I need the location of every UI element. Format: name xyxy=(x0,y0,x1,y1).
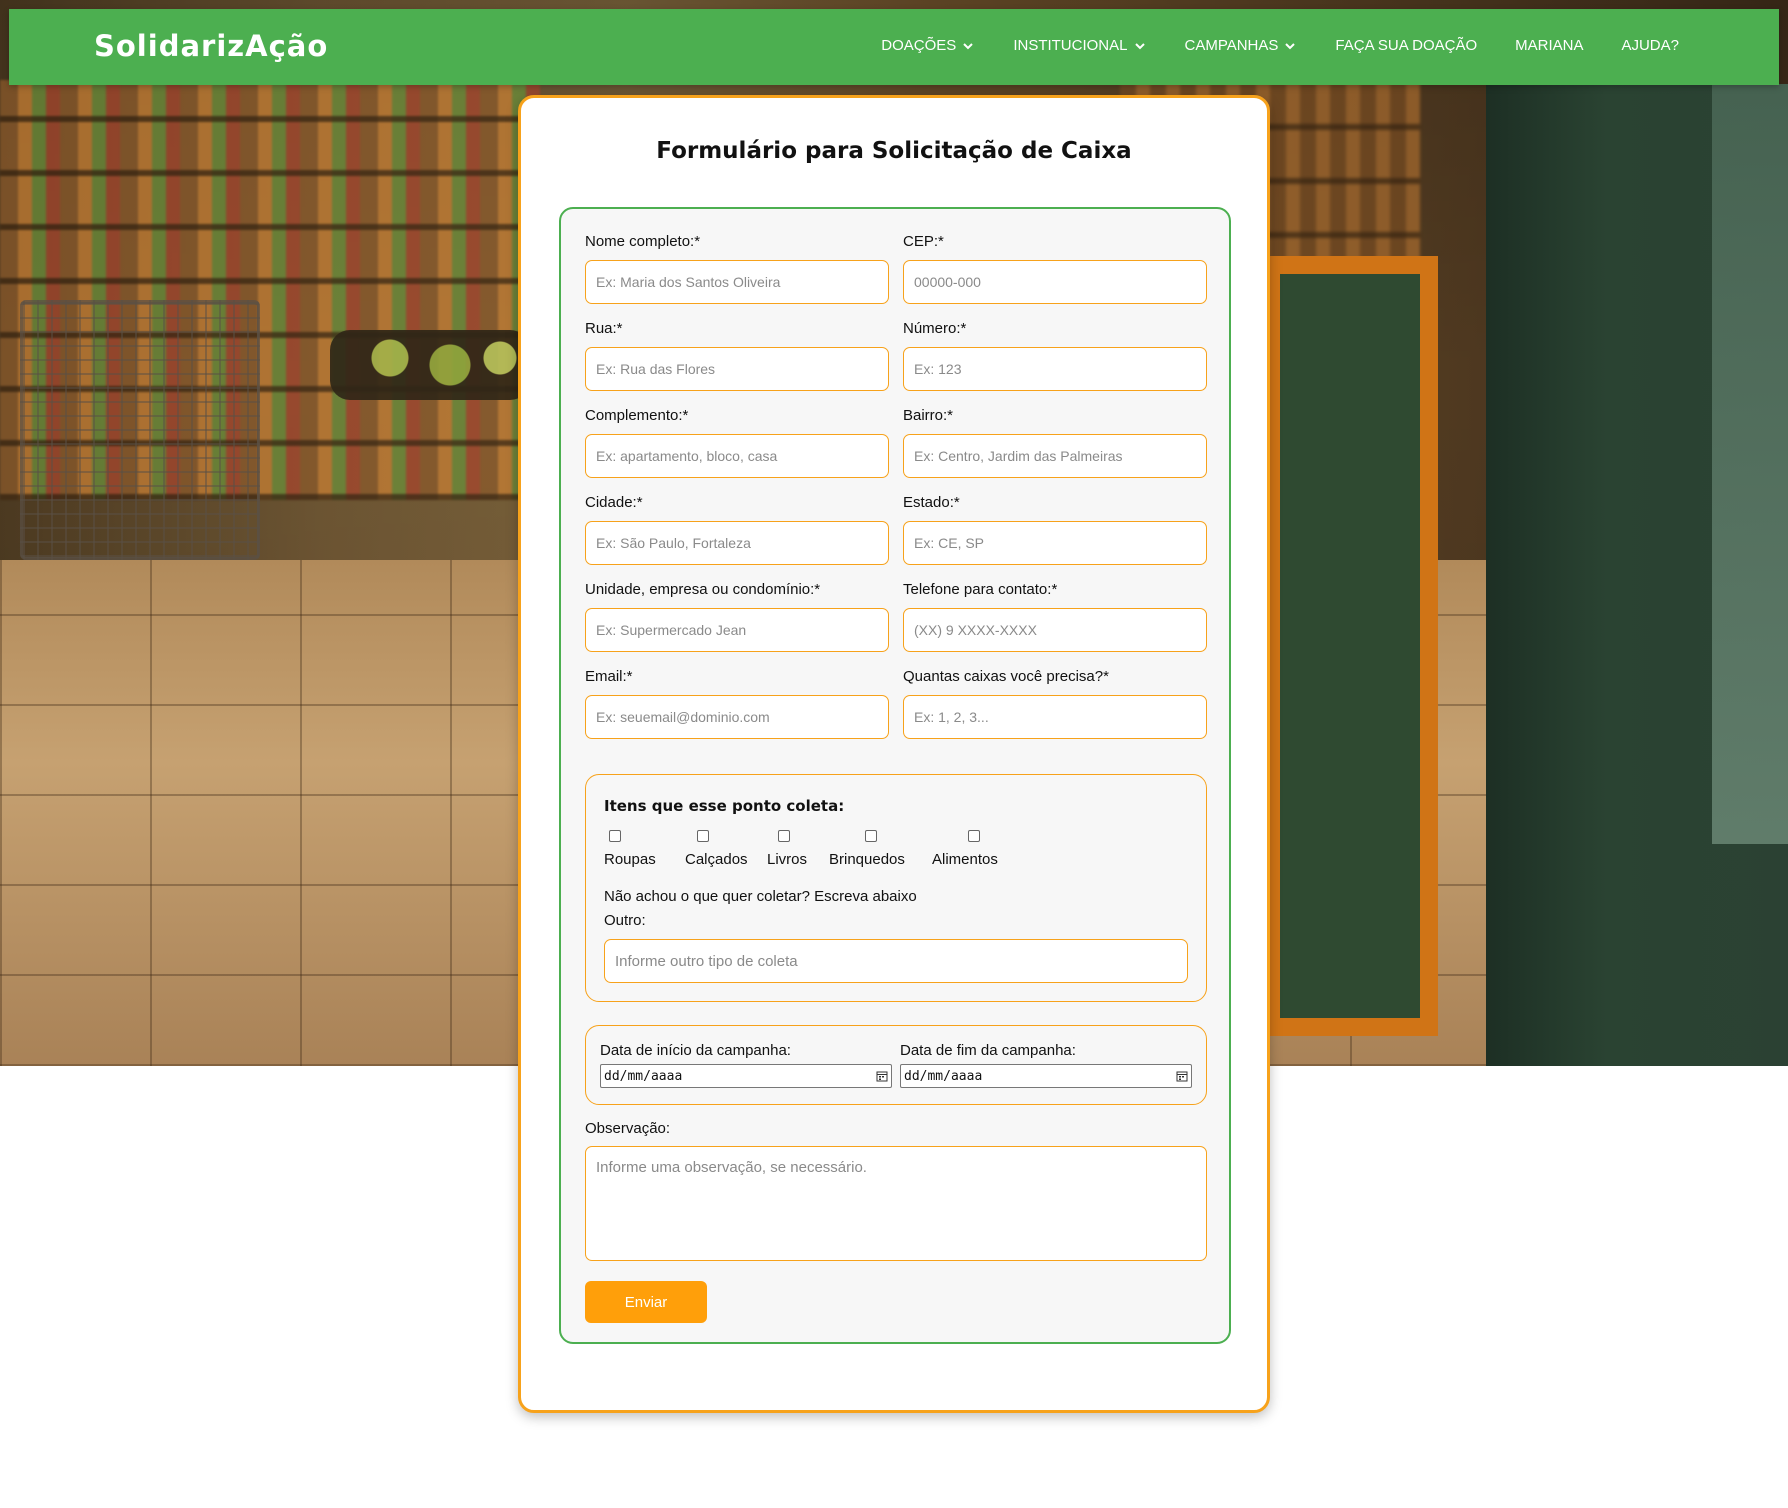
chevron-down-icon xyxy=(1285,42,1296,49)
calendar-icon[interactable] xyxy=(876,1070,888,1082)
placeholder: Ex: Maria dos Santos Oliveira xyxy=(596,274,781,290)
placeholder: Ex: Centro, Jardim das Palmeiras xyxy=(914,448,1123,464)
checkbox-alimentos[interactable] xyxy=(968,830,980,842)
label-email: Email:* xyxy=(585,668,633,685)
placeholder: Ex: São Paulo, Fortaleza xyxy=(596,535,751,551)
label-unidade: Unidade, empresa ou condomínio:* xyxy=(585,581,821,598)
placeholder: 00000-000 xyxy=(914,274,981,290)
checkbox-calcados[interactable] xyxy=(697,830,709,842)
nav-user-mariana[interactable]: MARIANA xyxy=(1515,37,1583,54)
chevron-down-icon xyxy=(1134,42,1145,49)
label-observacao: Observação: xyxy=(585,1120,671,1137)
label-roupas: Roupas xyxy=(604,851,656,868)
date-value: dd/mm/aaaa xyxy=(604,1068,683,1084)
nav-label: DOAÇÕES xyxy=(881,37,957,54)
door-glass xyxy=(1712,84,1788,844)
outro-input[interactable]: Informe outro tipo de coleta xyxy=(604,939,1188,983)
label-alimentos: Alimentos xyxy=(932,851,998,868)
placeholder: Ex: 123 xyxy=(914,361,962,377)
email-input[interactable]: Ex: seuemail@dominio.com xyxy=(585,695,889,739)
chevron-down-icon xyxy=(963,42,974,49)
placeholder: Informe outro tipo de coleta xyxy=(615,952,798,970)
label-brinquedos: Brinquedos xyxy=(829,851,905,868)
nav-faca-sua-doacao[interactable]: FAÇA SUA DOAÇÃO xyxy=(1335,37,1477,54)
label-cidade: Cidade:* xyxy=(585,494,643,511)
coleta-hint: Não achou o que quer coletar? Escreva ab… xyxy=(604,888,917,905)
coleta-section: Itens que esse ponto coleta: Roupas Calç… xyxy=(585,774,1207,1002)
nav-label: INSTITUCIONAL xyxy=(1013,37,1128,54)
label-nome: Nome completo:* xyxy=(585,233,701,250)
bairro-input[interactable]: Ex: Centro, Jardim das Palmeiras xyxy=(903,434,1207,478)
complemento-input[interactable]: Ex: apartamento, bloco, casa xyxy=(585,434,889,478)
label-complemento: Complemento:* xyxy=(585,407,689,424)
nav-label: CAMPANHAS xyxy=(1184,37,1279,54)
placeholder: Ex: apartamento, bloco, casa xyxy=(596,448,778,464)
placeholder: (XX) 9 XXXX-XXXX xyxy=(914,622,1037,638)
produce-stand xyxy=(330,330,530,400)
label-livros: Livros xyxy=(767,851,808,868)
quantidade-input[interactable]: Ex: 1, 2, 3... xyxy=(903,695,1207,739)
nav-label: FAÇA SUA DOAÇÃO xyxy=(1335,37,1478,54)
label-data-inicio: Data de início da campanha: xyxy=(600,1042,791,1059)
label-cep: CEP:* xyxy=(903,233,944,250)
checkbox-livros[interactable] xyxy=(778,830,790,842)
label-data-fim: Data de fim da campanha: xyxy=(900,1042,1076,1059)
telefone-input[interactable]: (XX) 9 XXXX-XXXX xyxy=(903,608,1207,652)
shopping-cart xyxy=(20,300,260,560)
unidade-input[interactable]: Ex: Supermercado Jean xyxy=(585,608,889,652)
placeholder: Ex: 1, 2, 3... xyxy=(914,709,989,725)
dates-section: Data de início da campanha: dd/mm/aaaa D… xyxy=(585,1025,1207,1105)
label-rua: Rua:* xyxy=(585,320,623,337)
observacao-textarea[interactable]: Informe uma observação, se necessário. xyxy=(585,1146,1207,1261)
placeholder: Ex: seuemail@dominio.com xyxy=(596,709,770,725)
request-form: Nome completo:* Ex: Maria dos Santos Oli… xyxy=(559,207,1231,1344)
checkbox-brinquedos[interactable] xyxy=(865,830,877,842)
coleta-title: Itens que esse ponto coleta: xyxy=(604,797,845,815)
nav-campanhas[interactable]: CAMPANHAS xyxy=(1185,37,1298,54)
data-inicio-input[interactable]: dd/mm/aaaa xyxy=(600,1064,892,1088)
submit-button[interactable]: Enviar xyxy=(585,1281,707,1323)
cidade-input[interactable]: Ex: São Paulo, Fortaleza xyxy=(585,521,889,565)
brand-logo[interactable]: SolidarizAção xyxy=(94,29,328,63)
placeholder: Ex: Supermercado Jean xyxy=(596,622,747,638)
nome-input[interactable]: Ex: Maria dos Santos Oliveira xyxy=(585,260,889,304)
cep-input[interactable]: 00000-000 xyxy=(903,260,1207,304)
donation-box-cabinet xyxy=(1262,256,1438,1036)
data-fim-input[interactable]: dd/mm/aaaa xyxy=(900,1064,1192,1088)
label-calcados: Calçados xyxy=(685,851,748,868)
estado-input[interactable]: Ex: CE, SP xyxy=(903,521,1207,565)
label-bairro: Bairro:* xyxy=(903,407,954,424)
nav-institucional[interactable]: INSTITUCIONAL xyxy=(1013,37,1146,54)
calendar-icon[interactable] xyxy=(1176,1070,1188,1082)
label-estado: Estado:* xyxy=(903,494,960,511)
placeholder: Ex: Rua das Flores xyxy=(596,361,716,377)
nav-label: AJUDA? xyxy=(1621,37,1679,54)
nav-label: MARIANA xyxy=(1515,37,1584,54)
checkbox-roupas[interactable] xyxy=(609,830,621,842)
nav-doacoes[interactable]: DOAÇÕES xyxy=(881,37,975,54)
label-numero: Número:* xyxy=(903,320,967,337)
top-navbar: SolidarizAção DOAÇÕES INSTITUCIONAL CAMP… xyxy=(9,9,1779,85)
form-title: Formulário para Solicitação de Caixa xyxy=(656,138,1132,164)
date-value: dd/mm/aaaa xyxy=(904,1068,983,1084)
rua-input[interactable]: Ex: Rua das Flores xyxy=(585,347,889,391)
label-quantidade: Quantas caixas você precisa?* xyxy=(903,668,1109,685)
numero-input[interactable]: Ex: 123 xyxy=(903,347,1207,391)
label-telefone: Telefone para contato:* xyxy=(903,581,1058,598)
nav-ajuda[interactable]: AJUDA? xyxy=(1621,37,1679,54)
main-nav: DOAÇÕES INSTITUCIONAL CAMPANHAS FAÇA SUA… xyxy=(881,37,1679,54)
placeholder: Informe uma observação, se necessário. xyxy=(596,1159,867,1176)
placeholder: Ex: CE, SP xyxy=(914,535,985,551)
form-card: Formulário para Solicitação de Caixa Nom… xyxy=(518,95,1270,1413)
outro-label: Outro: xyxy=(604,912,646,929)
